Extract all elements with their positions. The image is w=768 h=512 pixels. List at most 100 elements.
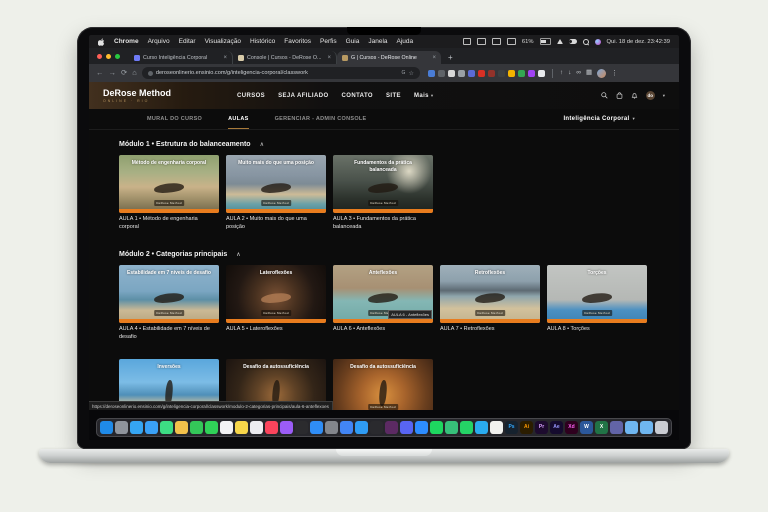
course-tab-mural-do-curso[interactable]: MURAL DO CURSO — [147, 109, 202, 129]
extension-icon-ext-red[interactable] — [477, 69, 485, 77]
user-avatar[interactable]: do — [645, 91, 655, 100]
dock-icon-xd[interactable]: Xd — [565, 421, 578, 434]
extension-icon-ext-slate[interactable] — [437, 69, 445, 77]
dock-icon-telegram[interactable] — [475, 421, 488, 434]
menubar-item-editar[interactable]: Editar — [179, 38, 196, 45]
lesson-card[interactable]: Método de engenharia corporal DeRose Met… — [119, 155, 219, 242]
menubar-item-ajuda[interactable]: Ajuda — [397, 38, 414, 45]
browser-tab[interactable]: G | Cursos - DeRose Online × — [337, 51, 441, 64]
dock-icon-maps[interactable] — [160, 421, 173, 434]
course-tab-aulas[interactable]: AULAS — [228, 109, 249, 129]
control-center-icon[interactable] — [568, 39, 577, 44]
collapse-icon[interactable]: ∧ — [236, 251, 240, 258]
dock-icon-word[interactable]: W — [580, 421, 593, 434]
lesson-card[interactable]: Retroflexões DeRose Method AULA 7 • Retr… — [440, 265, 540, 352]
dock-icon-reminders[interactable] — [250, 421, 263, 434]
extension-icon-ext-dark[interactable] — [497, 69, 505, 77]
extension-icon-ext-white[interactable] — [537, 69, 545, 77]
lesson-card[interactable]: Lateroflexões DeRose Method AULA 5 • Lat… — [226, 265, 326, 352]
dock-icon-vscode[interactable] — [355, 421, 368, 434]
dock-icon-finder[interactable] — [100, 421, 113, 434]
extension-icon-ext-purple[interactable] — [527, 69, 535, 77]
dock-icon-appstore[interactable] — [310, 421, 323, 434]
wifi-icon[interactable] — [556, 39, 563, 44]
tab-close-icon[interactable]: × — [223, 55, 227, 61]
tab-close-icon[interactable]: × — [327, 55, 331, 61]
browser-profile-avatar[interactable] — [597, 68, 607, 78]
dock-icon-illustrator[interactable]: Ai — [520, 421, 533, 434]
dock-icon-zoom[interactable] — [415, 421, 428, 434]
back-button[interactable]: ← — [96, 69, 104, 77]
battery-icon[interactable] — [539, 38, 552, 45]
search-icon[interactable] — [601, 92, 608, 99]
dock-icon-tv[interactable] — [295, 421, 308, 434]
dock-icon-downloads[interactable] — [640, 421, 653, 434]
dock-icon-folder[interactable] — [625, 421, 638, 434]
avatar-chevron-icon[interactable]: ▾ — [663, 93, 665, 99]
extension-icon-ext-gray[interactable] — [457, 69, 465, 77]
nav-contato[interactable]: CONTATO — [342, 93, 373, 99]
dock-icon-messages[interactable] — [190, 421, 203, 434]
site-logo[interactable]: DeRose Method ONLINE · RIO — [103, 88, 171, 103]
menubar-display-icon[interactable] — [491, 38, 501, 45]
menubar-item-visualiza-o[interactable]: Visualização — [205, 38, 241, 45]
lesson-card[interactable]: Anteflexões DeRose Method AULA 6 - Antef… — [333, 265, 433, 352]
dock-icon-safari[interactable] — [130, 421, 143, 434]
extension-icon-ext-blue[interactable] — [427, 69, 435, 77]
apple-logo-icon[interactable] — [98, 38, 105, 46]
extension-icon-ext-indigo[interactable] — [467, 69, 475, 77]
extension-icon-ext-green[interactable] — [517, 69, 525, 77]
nav-mais[interactable]: Mais ▾ — [414, 93, 434, 99]
url-text[interactable]: deroseonlinerio.ensinio.com/g/inteligenc… — [156, 70, 399, 76]
browser-tab[interactable]: Console | Cursos - DeRose O... × — [233, 51, 337, 64]
dock-icon-excel[interactable]: X — [595, 421, 608, 434]
spotlight-search-icon[interactable] — [582, 38, 589, 45]
dock-icon-whatsapp[interactable] — [460, 421, 473, 434]
dock-icon-discord[interactable] — [400, 421, 413, 434]
downloads-icon[interactable]: ↓ — [568, 69, 571, 77]
tab-groups-icon[interactable]: ▦ — [586, 69, 592, 77]
reload-button[interactable]: ⟳ — [121, 69, 127, 77]
menubar-item-hist-rico[interactable]: Histórico — [250, 38, 275, 45]
dock-icon-notes[interactable] — [235, 421, 248, 434]
home-button[interactable]: ⌂ — [132, 69, 137, 77]
dock-icon-figma[interactable] — [445, 421, 458, 434]
dock-icon-notion[interactable] — [490, 421, 503, 434]
dock-icon-aftereffects[interactable]: Ae — [550, 421, 563, 434]
dock-icon-terminal[interactable] — [370, 421, 383, 434]
siri-icon[interactable] — [594, 38, 601, 45]
menubar-screen-mirror-icon[interactable] — [506, 38, 516, 45]
lesson-card[interactable]: Estabilidade em 7 níveis de desafio DeRo… — [119, 265, 219, 352]
course-selector[interactable]: Inteligência Corporal ▾ — [563, 116, 635, 122]
address-bar[interactable]: deroseonlinerio.ensinio.com/g/inteligenc… — [141, 67, 420, 79]
menubar-keyboard-icon[interactable] — [476, 38, 486, 45]
menubar-item-janela[interactable]: Janela — [368, 38, 387, 45]
link-icon[interactable]: ∞ — [576, 69, 581, 77]
dock-icon-music[interactable] — [265, 421, 278, 434]
dock-icon-podcasts[interactable] — [280, 421, 293, 434]
bookmark-star-icon[interactable]: ☆ — [408, 70, 413, 77]
collapse-icon[interactable]: ∧ — [260, 141, 264, 148]
shopping-bag-icon[interactable] — [616, 92, 623, 99]
browser-menu-icon[interactable]: ⋮ — [611, 69, 618, 77]
minimize-window-button[interactable] — [106, 54, 111, 59]
dock-icon-slack[interactable] — [385, 421, 398, 434]
menubar-window-icon[interactable] — [462, 38, 471, 45]
new-tab-button[interactable]: + — [448, 53, 453, 62]
dock-icon-spotify[interactable] — [430, 421, 443, 434]
extension-icon-ext-pencil[interactable] — [447, 69, 455, 77]
dock-icon-launchpad[interactable] — [115, 421, 128, 434]
lesson-card[interactable]: Fundamentos da prática balanceada DeRose… — [333, 155, 433, 242]
menubar-item-favoritos[interactable]: Favoritos — [284, 38, 311, 45]
dock-icon-premiere[interactable]: Pr — [535, 421, 548, 434]
password-manager-icon[interactable]: G — [402, 70, 406, 76]
menubar-clock[interactable]: Qui. 18 de dez. 23:42:39 — [607, 39, 671, 45]
lesson-card[interactable]: Desafio da autossuficiência DeRose Metho… — [333, 359, 433, 410]
extension-icon-ext-amber[interactable] — [507, 69, 515, 77]
dock-icon-facetime[interactable] — [205, 421, 218, 434]
forward-button[interactable]: → — [109, 69, 117, 77]
tab-close-icon[interactable]: × — [432, 55, 436, 61]
extension-icon-ext-maroon[interactable] — [487, 69, 495, 77]
fullscreen-window-button[interactable] — [115, 54, 120, 59]
lesson-card[interactable]: Torções DeRose Method AULA 8 • Torções — [547, 265, 647, 352]
